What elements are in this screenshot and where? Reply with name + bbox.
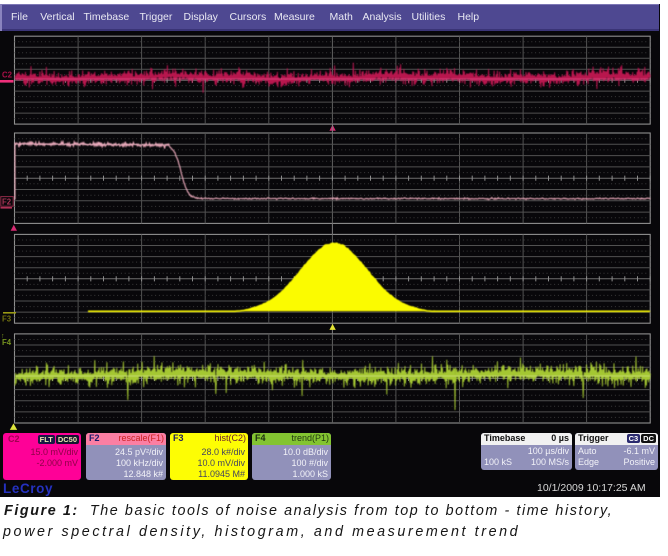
svg-text:F3: F3 [2,315,12,324]
svg-text:F2: F2 [2,198,12,207]
svg-text:C2: C2 [2,71,13,80]
svg-text:↑: ↑ [1,333,5,340]
